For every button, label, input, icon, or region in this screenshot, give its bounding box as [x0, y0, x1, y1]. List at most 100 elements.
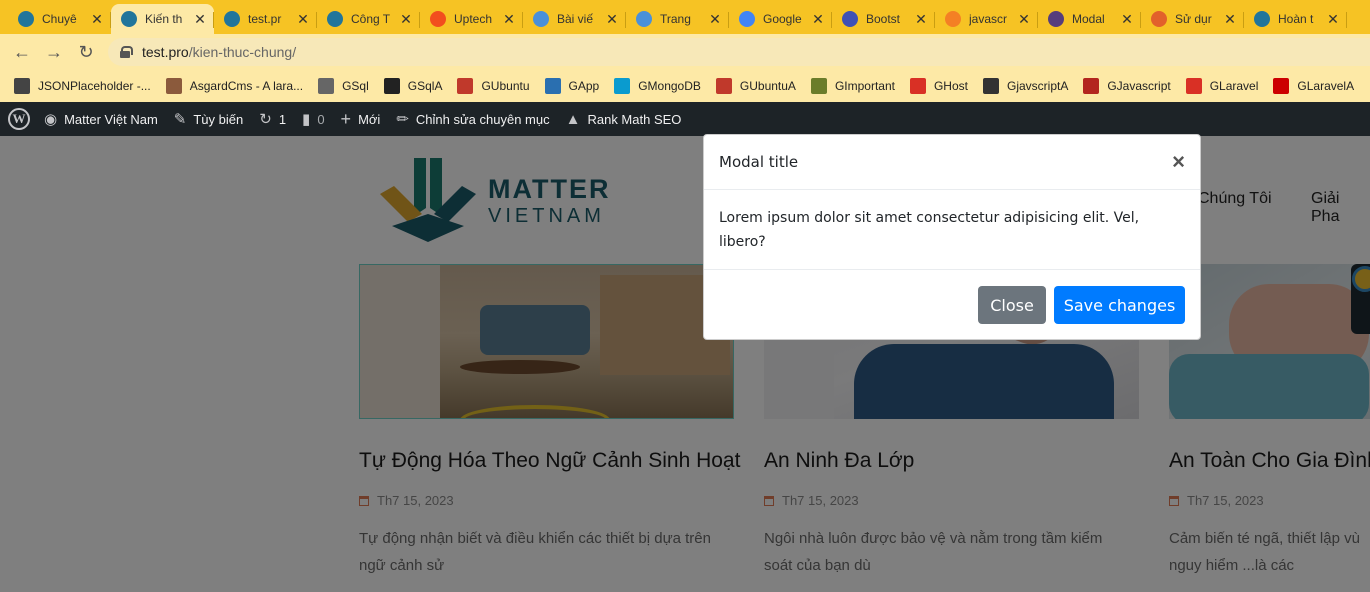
- reload-icon: ↻: [78, 41, 94, 62]
- address-bar[interactable]: test.pro/kien-thuc-chung/: [108, 38, 1370, 66]
- bookmark-item[interactable]: GApp: [544, 78, 600, 94]
- tab-close-icon[interactable]: ✕: [503, 11, 515, 28]
- new-label: Mới: [358, 111, 381, 127]
- bookmark-label: GUbuntuA: [739, 79, 796, 93]
- bookmark-label: GImportant: [834, 79, 895, 93]
- browser-tab[interactable]: Công T ✕: [317, 4, 420, 34]
- bookmark-item[interactable]: GHost: [909, 78, 968, 94]
- browser-toolbar: ← → ↻ test.pro/kien-thuc-chung/: [0, 34, 1370, 70]
- bookmark-item[interactable]: GjavscriptA: [982, 78, 1069, 94]
- bookmarks-bar: JSONPlaceholder -... AsgardCms - A lara..…: [0, 70, 1370, 102]
- admin-customize[interactable]: ✎ Tùy biến: [174, 102, 243, 136]
- modal-close-icon[interactable]: ×: [1172, 149, 1185, 175]
- tab-close-icon[interactable]: ✕: [1327, 11, 1339, 28]
- modal-body: Lorem ipsum dolor sit amet consectetur a…: [704, 190, 1200, 270]
- bookmark-label: JSONPlaceholder -...: [38, 79, 151, 93]
- browser-tab[interactable]: test.pr ✕: [214, 4, 317, 34]
- bookmark-item[interactable]: GUbuntuA: [715, 78, 796, 94]
- browser-tab[interactable]: Chuyê ✕: [8, 4, 111, 34]
- tab-close-icon[interactable]: ✕: [709, 11, 721, 28]
- browser-tab[interactable]: javascr ✕: [935, 4, 1038, 34]
- important-icon: [810, 78, 827, 94]
- tab-close-icon[interactable]: ✕: [1121, 11, 1133, 28]
- customize-label: Tùy biến: [193, 111, 244, 127]
- modal-dialog: Modal title × Lorem ipsum dolor sit amet…: [703, 134, 1201, 340]
- admin-rank-math[interactable]: ▲ Rank Math SEO: [566, 102, 682, 136]
- browser-tab[interactable]: Hoàn t ✕: [1244, 4, 1347, 34]
- admin-comments[interactable]: ▮ 0: [302, 102, 325, 136]
- wordpress-icon: [327, 11, 343, 27]
- tab-close-icon[interactable]: ✕: [194, 11, 206, 28]
- modal-title: Modal title: [719, 153, 799, 171]
- browser-tab[interactable]: Sử dụr ✕: [1141, 4, 1244, 34]
- bookmark-label: GJavascript: [1107, 79, 1171, 93]
- tab-title: Uptech: [454, 12, 493, 26]
- admin-site-name[interactable]: ◉ Matter Việt Nam: [44, 102, 158, 136]
- bookmark-label: GApp: [568, 79, 600, 93]
- bookmark-item[interactable]: GJavascript: [1083, 78, 1171, 94]
- bookmark-item[interactable]: GSql: [318, 78, 369, 94]
- globe-icon: [383, 78, 400, 94]
- ubuntu-icon: [715, 78, 732, 94]
- tab-title: Chuyê: [42, 12, 77, 26]
- sql-icon: [318, 78, 335, 94]
- save-changes-button[interactable]: Save changes: [1054, 286, 1185, 324]
- close-button[interactable]: Close: [978, 286, 1046, 324]
- tab-title: Hoàn t: [1278, 12, 1314, 26]
- admin-new[interactable]: + Mới: [341, 102, 381, 136]
- tab-close-icon[interactable]: ✕: [91, 11, 103, 28]
- wordpress-logo-icon[interactable]: W: [8, 108, 30, 130]
- tab-title: javascr: [969, 12, 1008, 26]
- mdb-icon: [842, 11, 858, 27]
- back-button[interactable]: ←: [6, 36, 38, 68]
- rank-math-icon: ▲: [565, 110, 581, 128]
- mongodb-icon: [614, 78, 631, 94]
- bookmark-label: GjavscriptA: [1006, 79, 1069, 93]
- tab-close-icon[interactable]: ✕: [1224, 11, 1236, 28]
- bookmark-item[interactable]: GUbuntu: [457, 78, 530, 94]
- browser-tab[interactable]: Bootst ✕: [832, 4, 935, 34]
- admin-updates[interactable]: ↻ 1: [259, 102, 286, 136]
- tab-close-icon[interactable]: ✕: [297, 11, 309, 28]
- bookmark-item[interactable]: AsgardCms - A lara...: [165, 78, 303, 94]
- bookmark-item[interactable]: GSqlA: [383, 78, 442, 94]
- admin-edit-category[interactable]: ✏ Chỉnh sửa chuyên mục: [396, 102, 549, 136]
- tab-close-icon[interactable]: ✕: [606, 11, 618, 28]
- rank-math-label: Rank Math SEO: [587, 111, 682, 127]
- tab-close-icon[interactable]: ✕: [400, 11, 412, 28]
- browser-tab[interactable]: Trang ✕: [626, 4, 729, 34]
- modal-footer: Close Save changes: [704, 270, 1200, 340]
- tab-title: test.pr: [248, 12, 282, 26]
- tab-close-icon[interactable]: ✕: [1018, 11, 1030, 28]
- bookmark-item[interactable]: GLaravel: [1185, 78, 1259, 94]
- browser-tab[interactable]: Modal ✕: [1038, 4, 1141, 34]
- bookmark-label: GLaravel: [1209, 79, 1259, 93]
- reload-button[interactable]: ↻: [70, 36, 102, 68]
- plus-icon: +: [340, 108, 352, 129]
- bookmark-item[interactable]: GMongoDB: [614, 78, 701, 94]
- forward-button[interactable]: →: [38, 36, 70, 68]
- browser-tab[interactable]: Google ✕: [729, 4, 832, 34]
- browser-tab[interactable]: Bài viế ✕: [523, 4, 626, 34]
- bookmark-label: GMongoDB: [638, 79, 701, 93]
- browser-tab[interactable]: Kiến th ✕: [111, 4, 214, 34]
- modal-header: Modal title ×: [704, 135, 1200, 190]
- figma-icon: [430, 11, 446, 27]
- bookmark-item[interactable]: GImportant: [810, 78, 895, 94]
- bookmark-label: GHost: [933, 79, 968, 93]
- jsonplaceholder-icon: [14, 78, 30, 94]
- tab-title: Bài viế: [557, 12, 594, 26]
- arrow-left-icon: ←: [13, 41, 31, 62]
- tab-title: Bootst: [866, 12, 901, 26]
- updates-icon: ↻: [259, 111, 272, 128]
- tab-title: Google: [763, 12, 802, 26]
- bookmark-item[interactable]: JSONPlaceholder -...: [14, 78, 151, 94]
- bookmark-item[interactable]: GLaravelA: [1273, 78, 1354, 94]
- browser-tab[interactable]: Uptech ✕: [420, 4, 523, 34]
- tab-close-icon[interactable]: ✕: [812, 11, 824, 28]
- pin-icon: [1185, 78, 1202, 94]
- bookmark-label: GSql: [342, 79, 369, 93]
- arrow-right-icon: →: [45, 41, 63, 62]
- tab-close-icon[interactable]: ✕: [915, 11, 927, 28]
- edit-category-label: Chỉnh sửa chuyên mục: [415, 111, 550, 127]
